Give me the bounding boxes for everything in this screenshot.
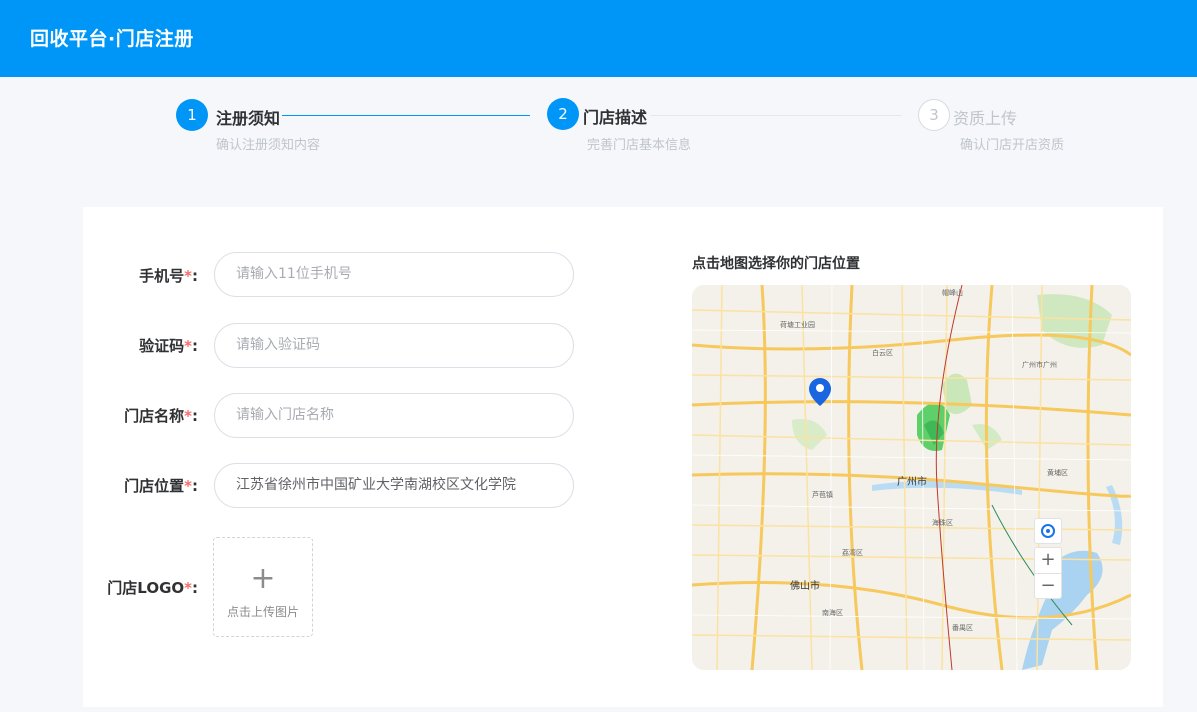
step-2-title: 门店描述 (583, 108, 648, 127)
svg-text:芦苞镇: 芦苞镇 (812, 490, 833, 499)
map-secondary-label: 佛山市 (790, 579, 820, 592)
step-1-connector (282, 115, 530, 116)
locate-button[interactable] (1034, 518, 1062, 544)
step-3-circle: 3 (918, 99, 950, 131)
store-location-map[interactable]: 荷塘工业园 白云区 帽峰山 广州市广州 芦苞镇 黄埔区 荔湾区 海珠区 南海区 … (692, 285, 1131, 670)
zoom-in-button[interactable]: + (1034, 547, 1062, 573)
svg-text:广州市广州: 广州市广州 (1022, 360, 1057, 369)
logo-upload-button[interactable]: + 点击上传图片 (213, 537, 313, 637)
svg-text:荔湾区: 荔湾区 (842, 548, 863, 557)
step-1-title: 注册须知 (216, 109, 281, 128)
locate-icon (1041, 524, 1055, 538)
location-pin-icon[interactable] (809, 378, 831, 406)
svg-text:荷塘工业园: 荷塘工业园 (780, 320, 815, 329)
step-3-desc: 确认门店开店资质 (960, 138, 1065, 153)
svg-text:白云区: 白云区 (872, 348, 893, 357)
upload-text: 点击上传图片 (226, 605, 299, 619)
step-2-desc: 完善门店基本信息 (587, 138, 692, 153)
page-title: 回收平台·门店注册 (30, 28, 194, 50)
step-1-circle: 1 (176, 99, 208, 131)
verification-code-input[interactable]: 请输入验证码 (214, 323, 574, 368)
store-location-input[interactable]: 江苏省徐州市中国矿业大学南湖校区文化学院 (214, 463, 574, 508)
plus-icon: + (250, 561, 276, 596)
map-city-label: 广州市 (897, 475, 927, 488)
store-logo-label: 门店LOGO*: (107, 579, 198, 597)
step-1-desc: 确认注册须知内容 (216, 138, 321, 153)
header-bar: 回收平台·门店注册 (0, 0, 1197, 77)
store-form-card: 手机号*: 请输入11位手机号 验证码*: 请输入验证码 门店名称*: 请输入门… (83, 207, 1163, 707)
store-location-label: 门店位置*: (124, 477, 198, 495)
svg-text:番禺区: 番禺区 (952, 624, 973, 632)
store-name-label: 门店名称*: (124, 407, 198, 425)
svg-text:帽峰山: 帽峰山 (942, 288, 963, 297)
svg-text:南海区: 南海区 (822, 608, 843, 617)
map-title: 点击地图选择你的门店位置 (692, 256, 860, 272)
map-canvas[interactable]: 荷塘工业园 白云区 帽峰山 广州市广州 芦苞镇 黄埔区 荔湾区 海珠区 南海区 … (692, 285, 1131, 670)
step-2-circle: 2 (547, 98, 579, 130)
zoom-out-button[interactable]: − (1034, 573, 1062, 599)
phone-label: 手机号*: (139, 267, 198, 285)
store-name-input[interactable]: 请输入门店名称 (214, 393, 574, 438)
step-3-title: 资质上传 (953, 109, 1018, 128)
svg-text:海珠区: 海珠区 (932, 518, 953, 527)
code-label: 验证码*: (139, 337, 198, 355)
phone-input[interactable]: 请输入11位手机号 (214, 252, 574, 297)
steps-progress: 1 注册须知 确认注册须知内容 2 门店描述 完善门店基本信息 3 资质上传 确… (0, 77, 1197, 207)
svg-text:黄埔区: 黄埔区 (1047, 468, 1068, 477)
step-2-connector (650, 115, 902, 116)
